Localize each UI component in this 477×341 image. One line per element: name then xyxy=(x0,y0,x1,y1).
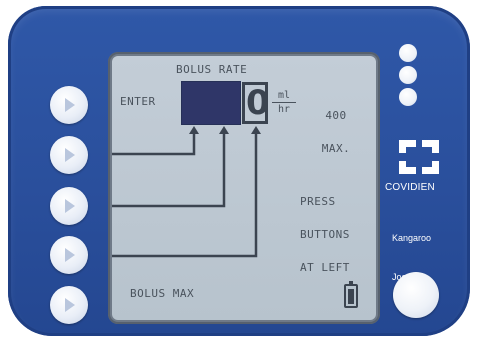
side-button-2[interactable] xyxy=(50,136,88,174)
pointer-line-3 xyxy=(112,132,258,258)
max-rate: 400 MAX. xyxy=(316,88,356,176)
lcd-prompt: ENTER xyxy=(120,95,156,108)
unit-denominator: hr xyxy=(277,104,291,115)
instruction-line-2: BUTTONS xyxy=(300,228,350,241)
max-rate-label: MAX. xyxy=(321,142,351,155)
pointer-arrow-3 xyxy=(251,126,261,134)
unit-divider xyxy=(272,102,296,103)
side-button-3[interactable] xyxy=(50,187,88,225)
side-button-1[interactable] xyxy=(50,86,88,124)
rate-unit: ml hr xyxy=(272,90,296,115)
play-arrow-icon xyxy=(65,199,75,213)
play-arrow-icon xyxy=(65,148,75,162)
lcd-screen: BOLUS RATE ENTER 0 ml hr 400 MAX. PRESS … xyxy=(112,56,376,320)
side-button-5[interactable] xyxy=(50,286,88,324)
entered-digit: 0 xyxy=(246,83,270,123)
play-arrow-icon xyxy=(65,98,75,112)
pointer-line-2 xyxy=(112,132,226,208)
instruction-line-1: PRESS xyxy=(300,195,336,208)
pointer-arrow-2 xyxy=(219,126,229,134)
instruction-line-3: AT LEFT xyxy=(300,261,350,274)
indicator-light-2 xyxy=(399,66,417,84)
model-name-line-1: Kangaroo xyxy=(392,233,432,243)
rate-entry-field xyxy=(182,82,240,124)
play-arrow-icon xyxy=(65,298,75,312)
battery-icon xyxy=(344,281,358,308)
lcd-title: BOLUS RATE xyxy=(176,63,248,76)
power-button[interactable] xyxy=(393,272,439,318)
pointer-line-1 xyxy=(112,132,196,156)
pointer-arrow-1 xyxy=(189,126,199,134)
max-rate-value: 400 xyxy=(325,109,347,122)
indicator-light-1 xyxy=(399,44,417,62)
indicator-light-3 xyxy=(399,88,417,106)
covidien-logo xyxy=(399,140,439,174)
side-button-4[interactable] xyxy=(50,236,88,274)
brand-name: COVIDIEN xyxy=(385,182,435,193)
unit-numerator: ml xyxy=(277,90,291,101)
softkey-label: BOLUS MAX xyxy=(130,287,195,300)
play-arrow-icon xyxy=(65,248,75,262)
instruction-text: PRESS BUTTONS AT LEFT xyxy=(300,174,362,295)
